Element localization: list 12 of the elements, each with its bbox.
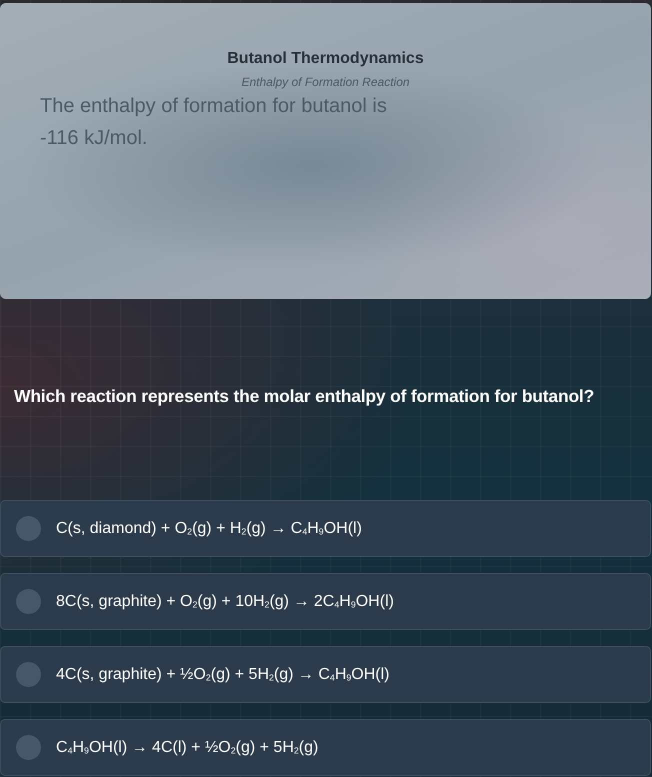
answer-option[interactable]: 8C(s, graphite) + O$_{2}$(g) + 10H$_{2}$(g) → 2C$_{4}$H$_{9}$OH(l) <box>0 573 651 630</box>
radio-button[interactable] <box>16 589 41 614</box>
question-text: Which reaction represents the molar enthalpy of formation for butanol? <box>14 386 596 407</box>
answer-option[interactable]: 4C(s, graphite) + ½O$_{2}$(g) + 5H$_{2}$(g) → C$_{4}$H$_{9}$OH(l) <box>0 646 651 703</box>
radio-button[interactable] <box>16 662 41 687</box>
answer-option[interactable]: C(s, diamond) + O$_{2}$(g) + H$_{2}$(g) → C$_{4}$H$_{9}$OH(l) <box>0 500 651 557</box>
card-subtitle: Enthalpy of Formation Reaction <box>241 75 410 89</box>
card-title: Butanol Thermodynamics <box>227 49 424 69</box>
card-body-text: The enthalpy of formation for butanol is -116 kJ/mol. <box>40 94 388 151</box>
radio-button[interactable] <box>16 516 41 541</box>
radio-button[interactable] <box>16 735 41 760</box>
answer-option[interactable]: C$_{4}$H$_{9}$OH(l) → 4C(l) + ½O$_{2}$(g) + 5H$_{2}$(g) <box>0 719 651 776</box>
